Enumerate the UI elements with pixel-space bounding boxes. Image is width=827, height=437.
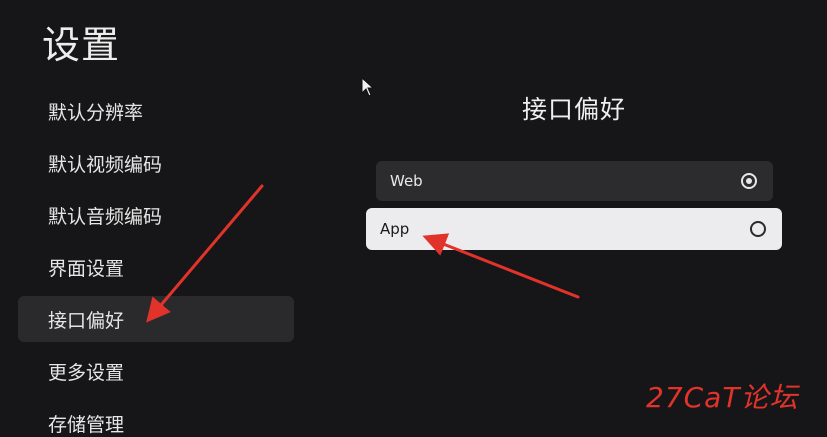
option-app[interactable]: App: [366, 208, 782, 250]
option-label: Web: [390, 172, 423, 190]
sidebar-item-label: 界面设置: [48, 257, 125, 280]
settings-screen: 设置 默认分辨率 默认视频编码 默认音频编码 界面设置 接口偏好 更多设置 存储…: [0, 0, 827, 437]
sidebar-item-interface-preference[interactable]: 接口偏好: [18, 296, 294, 342]
sidebar-item-label: 存储管理: [48, 413, 125, 436]
sidebar-item-default-audio-codec[interactable]: 默认音频编码: [18, 192, 294, 238]
sidebar-item-label: 默认分辨率: [48, 101, 144, 124]
radio-unchecked-icon: [750, 221, 766, 237]
radio-checked-icon: [741, 173, 757, 189]
sidebar-item-label: 接口偏好: [48, 309, 125, 332]
sidebar-item-interface-settings[interactable]: 界面设置: [18, 244, 294, 290]
sidebar-item-label: 默认音频编码: [48, 205, 163, 228]
option-label: App: [380, 220, 410, 238]
sidebar-item-storage-management[interactable]: 存储管理: [18, 400, 294, 437]
sidebar-item-label: 更多设置: [48, 361, 125, 384]
settings-sidebar: 默认分辨率 默认视频编码 默认音频编码 界面设置 接口偏好 更多设置 存储管理: [18, 88, 294, 437]
sidebar-item-default-resolution[interactable]: 默认分辨率: [18, 88, 294, 134]
sidebar-item-label: 默认视频编码: [48, 153, 163, 176]
sidebar-item-default-video-codec[interactable]: 默认视频编码: [18, 140, 294, 186]
option-web[interactable]: Web: [376, 161, 773, 201]
panel-title: 接口偏好: [521, 95, 626, 124]
page-title: 设置: [42, 23, 121, 67]
sidebar-item-more-settings[interactable]: 更多设置: [18, 348, 294, 394]
watermark: 27CaT论坛: [646, 381, 799, 414]
